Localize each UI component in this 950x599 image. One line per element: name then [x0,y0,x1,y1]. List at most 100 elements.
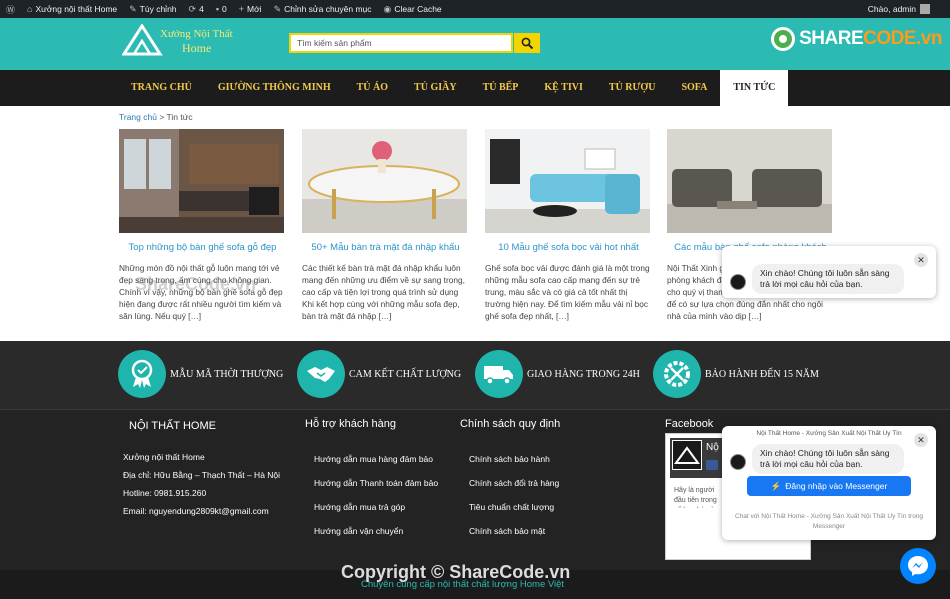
post-thumbnail[interactable] [119,129,284,233]
footer-link[interactable]: Chính sách bảo mật [469,519,559,543]
chat-avatar [730,274,746,290]
footer-address: Địa chỉ: Hữu Bằng – Thạch Thất – Hà Nội [123,470,281,480]
footer-col-title: Facebook [665,418,714,430]
tools-icon [653,350,701,398]
truck-icon [475,350,523,398]
breadcrumb-home[interactable]: Trang chủ [119,112,157,122]
features-bar: MẪU MÃ THỜI THƯỢNG CAM KẾT CHẤT LƯỢNG GI… [0,341,950,410]
footer-policy-links: Chính sách bảo hành Chính sách đổi trả h… [469,447,559,543]
home-icon: ⌂ [27,4,33,14]
post-thumbnail[interactable] [302,129,467,233]
chat-message: Xin chào! Chúng tôi luôn sẵn sàng trả lờ… [752,264,904,294]
footer-company: Xưởng nội thất Home [123,452,205,462]
footer-col-policy: Chính sách quy định [460,418,560,444]
footer-link[interactable]: Hướng dẫn mua hàng đảm bảo [314,447,438,471]
footer-link[interactable]: Hướng dẫn Thanh toán đảm bảo [314,471,438,495]
post-thumbnail[interactable] [485,129,650,233]
messenger-login-button[interactable]: ⚡ Đăng nhập vào Messenger [747,476,911,496]
footer-col-support: Hỗ trợ khách hàng [305,418,396,444]
feature-item: CAM KẾT CHẤT LƯỢNG [297,350,461,398]
new-item[interactable]: + Mới [233,0,268,18]
comment-icon: ▪ [215,4,220,14]
messenger-icon [908,556,928,576]
logo-line1: Xưởng Nội Thất [160,28,233,40]
logo-line2: Home [182,41,212,55]
footer-link[interactable]: Hướng dẫn vận chuyển [314,519,438,543]
site-header: Xưởng Nội Thất Home Tìm kiếm sản phẩm SH… [0,18,950,70]
footer-link[interactable]: Tiêu chuẩn chất lượng [469,495,559,519]
sharecode-logo: SHARECODE.vn [770,26,942,52]
refresh-icon: ⟳ [188,3,197,14]
messenger-chat-box: Nội Thất Home - Xưởng Sản Xuất Nội Thất … [722,426,936,540]
footer-link[interactable]: Hướng dẫn mua trả góp [314,495,438,519]
nav-item[interactable]: TRANG CHỦ [118,70,205,106]
footer-info-lines: Xưởng nội thất Home Địa chỉ: Hữu Bằng – … [123,448,280,520]
facebook-page-name: Nộ [706,442,719,453]
messenger-button[interactable] [900,548,936,584]
watermark: ShareCode.vn [135,274,257,294]
nav-item[interactable]: TỦ ÁO [344,70,401,106]
facebook-like-icon [706,460,718,470]
feature-label: BẢO HÀNH ĐẾN 15 NĂM [705,368,819,380]
nav-item[interactable]: TIN TỨC [720,70,789,106]
copyright-bar: Copyright © ShareCode.vn Chuyên cung cấp… [0,562,950,599]
feature-label: GIAO HÀNG TRONG 24H [527,368,640,380]
footer-link[interactable]: Chính sách đổi trả hàng [469,471,559,495]
admin-bar: Ⓦ ⌂ Xưởng nội thất Home ✎ Tùy chỉnh ⟳ 4 ▪ 0 … [0,0,950,18]
chat-message: Xin chào! Chúng tôi luôn sẵn sàng trả lờ… [752,444,904,474]
comments-item[interactable]: ▪ 0 [210,0,233,18]
site-name-item[interactable]: ⌂ Xưởng nội thất Home [21,0,123,18]
breadcrumb: Trang chủ > Tin tức [119,112,193,122]
account-item[interactable]: Chào, admin [868,4,950,14]
post-title[interactable]: Top những bộ bàn ghế sofa gỗ đẹp [119,242,286,253]
footer-col-title: NỘI THẤT HOME [129,420,216,432]
search-icon [521,37,533,49]
nav-item[interactable]: TỦ RƯỢU [596,70,669,106]
award-icon [118,350,166,398]
post-card: 50+ Mẫu bàn trà mặt đá nhập khẩu Các thi… [302,129,469,322]
chat-avatar [730,454,746,470]
nav-item[interactable]: GIƯỜNG THÔNG MINH [205,70,344,106]
post-card: 10 Mẫu ghế sofa bọc vải hot nhất Ghế sof… [485,129,652,322]
feature-item: MẪU MÃ THỜI THƯỢNG [118,350,283,398]
search-input[interactable]: Tìm kiếm sản phẩm [289,33,513,53]
wordpress-icon: Ⓦ [6,4,16,15]
post-excerpt: Các thiết kế bàn trà mặt đá nhập khẩu lu… [302,263,465,321]
post-title[interactable]: 50+ Mẫu bàn trà mặt đá nhập khẩu [302,242,469,253]
footer-hotline: Hotline: 0981.915.260 [123,488,207,498]
nav-item[interactable]: SOFA [668,70,720,106]
site-logo[interactable]: Xưởng Nội Thất Home [122,22,242,62]
facebook-snippet: Hãy là người đầu tiên trong số bạn bè củ… [674,487,718,508]
wp-logo-item[interactable]: Ⓦ [0,0,21,18]
chat-footer-note: Chat với Nội Thất Home - Xưởng Sản Xuất … [734,513,924,530]
customize-item[interactable]: ✎ Tùy chỉnh [123,0,182,18]
footer-email: Email: nguyendung2809kt@gmail.com [123,506,269,516]
updates-item[interactable]: ⟳ 4 [183,0,210,18]
footer-col-title: Hỗ trợ khách hàng [305,418,396,430]
feature-item: BẢO HÀNH ĐẾN 15 NĂM [653,350,819,398]
breadcrumb-separator: > [159,112,165,122]
feature-label: CAM KẾT CHẤT LƯỢNG [349,368,462,380]
post-excerpt: Ghế sofa bọc vải được đánh giá là một tr… [485,263,650,321]
handshake-icon [297,350,345,398]
nav-item[interactable]: KỆ TIVI [531,70,595,106]
main-nav: TRANG CHỦ GIƯỜNG THÔNG MINH TỦ ÁO TỦ GIẦY TỦ… [0,70,950,106]
footer-link[interactable]: Chính sách bảo hành [469,447,559,471]
nav-item[interactable]: TỦ GIẦY [401,70,470,106]
nav-item[interactable]: TỦ BẾP [470,70,532,106]
edit-category-item[interactable]: ✎ Chỉnh sửa chuyên mục [268,0,378,18]
post-title[interactable]: 10 Mẫu ghế sofa bọc vải hot nhất [485,242,652,253]
brush-icon: ✎ [129,3,137,14]
sharecode-emblem-icon [771,27,796,51]
footer-col-info: NỘI THẤT HOME [129,420,216,446]
close-icon[interactable]: ✕ [914,433,928,447]
chat-header: Nội Thất Home - Xưởng Sản Xuất Nội Thất … [756,430,902,437]
close-icon[interactable]: ✕ [914,253,928,267]
chat-greeting-popup: Xin chào! Chúng tôi luôn sẵn sàng trả lờ… [722,246,936,298]
clear-cache-item[interactable]: ◉ Clear Cache [378,0,448,18]
post-thumbnail[interactable] [667,129,832,233]
footer-col-title: Chính sách quy định [460,418,561,430]
messenger-icon: ⚡ [770,480,782,491]
search-button[interactable] [514,33,540,53]
breadcrumb-current: Tin tức [166,112,193,122]
